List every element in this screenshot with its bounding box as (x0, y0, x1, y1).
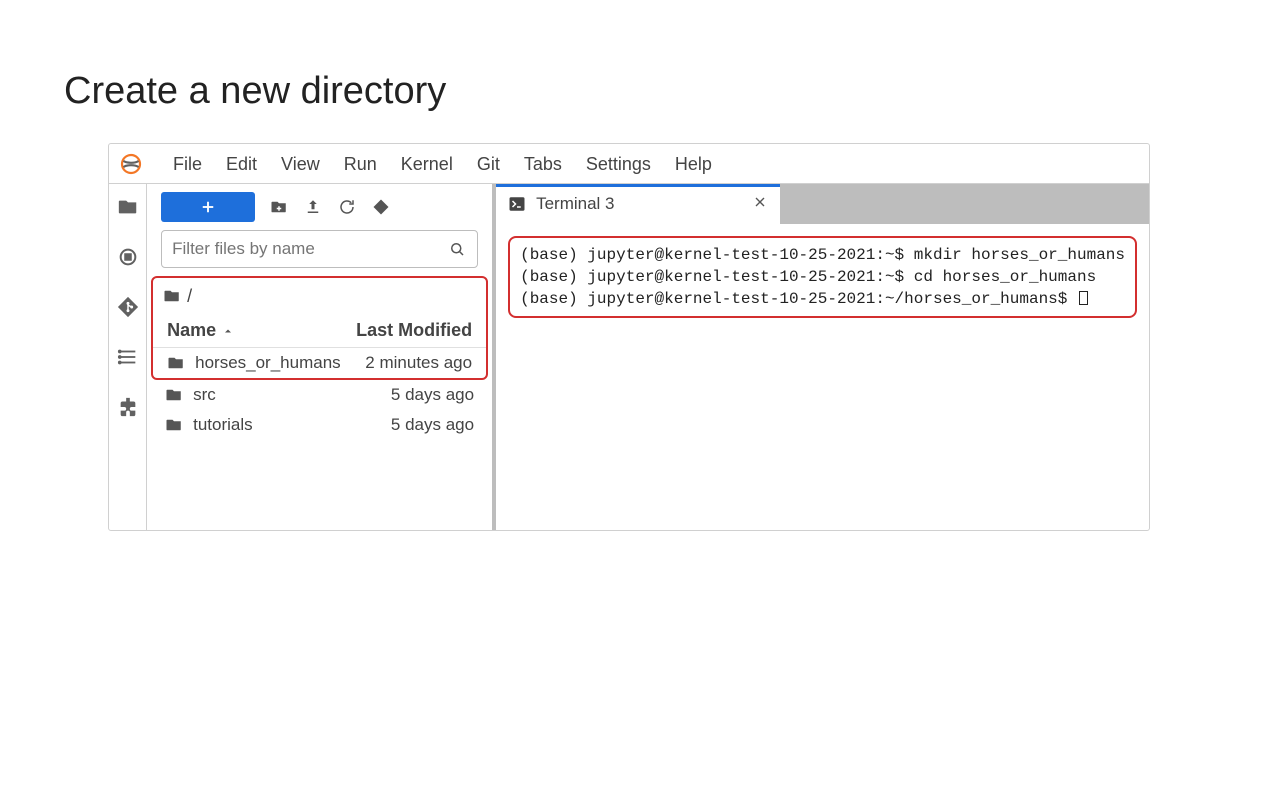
refresh-icon[interactable] (337, 197, 357, 217)
menu-help[interactable]: Help (663, 144, 724, 184)
tab-bar: Terminal 3 (496, 184, 1149, 224)
activity-bar (109, 184, 147, 530)
breadcrumb-path: / (187, 286, 192, 307)
git-icon[interactable] (117, 296, 139, 318)
menu-settings[interactable]: Settings (574, 144, 663, 184)
file-row-tutorials[interactable]: tutorials 5 days ago (147, 410, 492, 440)
column-modified[interactable]: Last Modified (356, 320, 472, 341)
work-area: Terminal 3 (base) jupyter@kernel-test-10… (496, 184, 1149, 530)
menu-view[interactable]: View (269, 144, 332, 184)
toc-icon[interactable] (117, 346, 139, 368)
new-launcher-button[interactable] (161, 192, 255, 222)
search-icon (447, 239, 467, 259)
filter-files-input[interactable] (172, 239, 447, 259)
menu-run[interactable]: Run (332, 144, 389, 184)
close-icon[interactable] (752, 194, 768, 215)
tab-label: Terminal 3 (536, 194, 614, 214)
menu-git[interactable]: Git (465, 144, 512, 184)
page-title: Create a new directory (64, 70, 1280, 113)
upload-icon[interactable] (303, 197, 323, 217)
file-browser-toolbar (147, 184, 492, 230)
folder-icon (165, 386, 183, 404)
terminal-icon (508, 195, 526, 213)
breadcrumb[interactable]: / (153, 278, 486, 314)
file-name: horses_or_humans (195, 353, 341, 373)
file-name: tutorials (193, 415, 253, 435)
terminal-panel[interactable]: (base) jupyter@kernel-test-10-25-2021:~$… (496, 224, 1149, 530)
tab-terminal-3[interactable]: Terminal 3 (496, 184, 780, 224)
menu-edit[interactable]: Edit (214, 144, 269, 184)
new-folder-icon[interactable] (269, 197, 289, 217)
menu-kernel[interactable]: Kernel (389, 144, 465, 184)
sort-asc-icon (222, 325, 234, 337)
terminal-output: (base) jupyter@kernel-test-10-25-2021:~$… (508, 236, 1137, 318)
file-modified: 5 days ago (391, 415, 474, 435)
file-name: src (193, 385, 216, 405)
filebrowser-icon[interactable] (117, 196, 139, 218)
extensions-icon[interactable] (117, 396, 139, 418)
file-modified: 2 minutes ago (365, 353, 472, 373)
file-modified: 5 days ago (391, 385, 474, 405)
folder-icon (167, 354, 185, 372)
running-sessions-icon[interactable] (117, 246, 139, 268)
menu-file[interactable]: File (161, 144, 214, 184)
file-row-src[interactable]: src 5 days ago (147, 380, 492, 410)
cursor (1079, 291, 1088, 305)
file-browser-panel: / Name Last Modified horses_or_humans 2 … (147, 184, 496, 530)
highlighted-file-area: / Name Last Modified horses_or_humans 2 … (151, 276, 488, 380)
menu-tabs[interactable]: Tabs (512, 144, 574, 184)
column-name[interactable]: Name (167, 320, 216, 341)
git-pull-icon[interactable] (371, 197, 391, 217)
folder-icon (165, 416, 183, 434)
jupyter-logo (119, 152, 143, 176)
file-list-header: Name Last Modified (153, 314, 486, 348)
menubar: File Edit View Run Kernel Git Tabs Setti… (109, 144, 1149, 184)
file-row-horses-or-humans[interactable]: horses_or_humans 2 minutes ago (153, 348, 486, 378)
jupyterlab-window: File Edit View Run Kernel Git Tabs Setti… (108, 143, 1150, 531)
filter-files-wrap (161, 230, 478, 268)
folder-icon (163, 287, 181, 305)
